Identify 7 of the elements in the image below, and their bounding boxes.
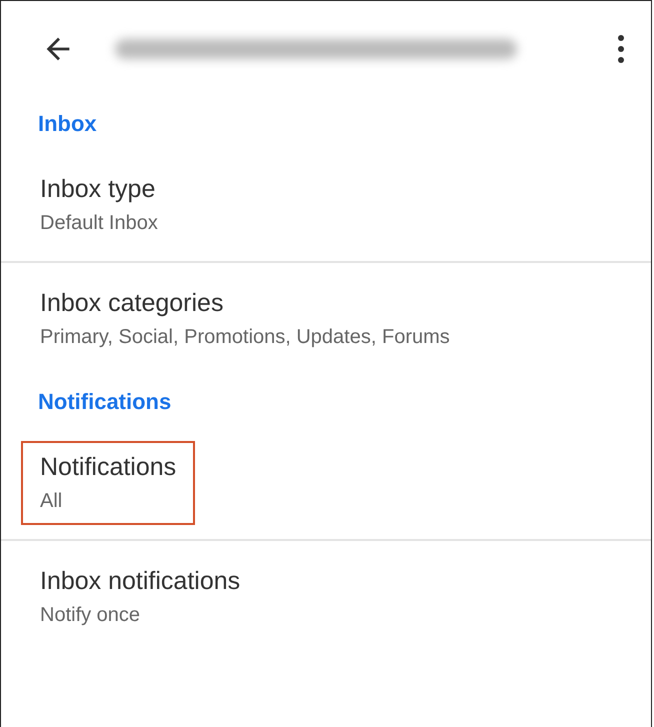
settings-item[interactable]: Notifications All	[21, 441, 196, 525]
settings-item[interactable]: Inbox type Default Inbox	[21, 163, 177, 247]
more-options-icon[interactable]	[617, 34, 625, 64]
settings-item[interactable]: Inbox categories Primary, Social, Promotions, Updates, Forums	[21, 277, 469, 361]
settings-item[interactable]: Inbox notifications Notify once	[21, 555, 260, 639]
section-header: Inbox	[37, 110, 98, 138]
section-header: Notifications	[37, 388, 172, 416]
